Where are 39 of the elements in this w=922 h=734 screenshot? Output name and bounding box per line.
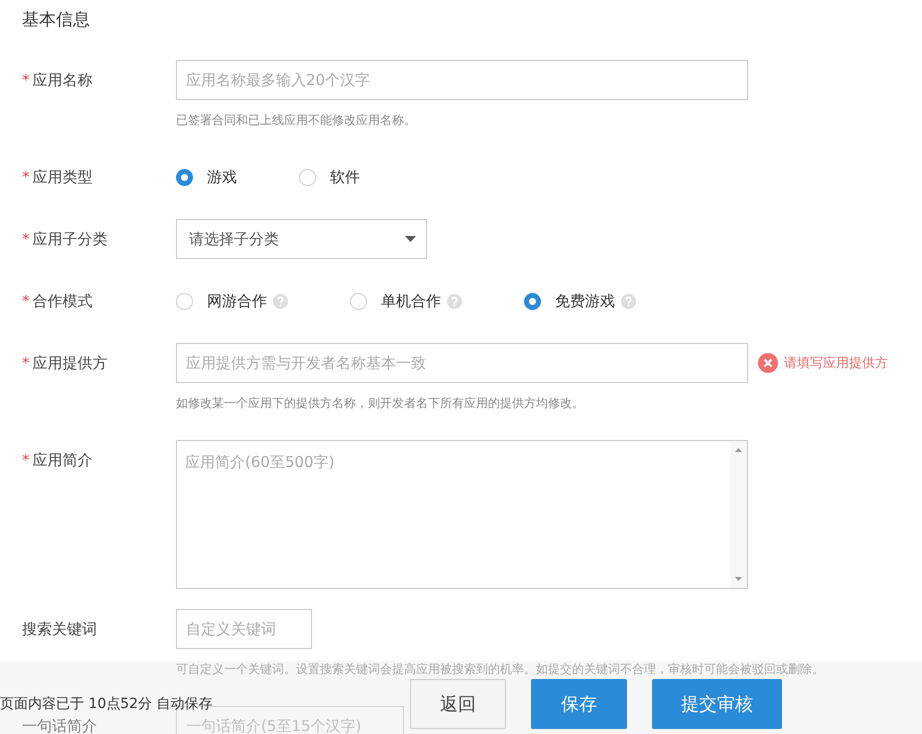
- back-button[interactable]: 返回: [410, 679, 506, 729]
- subcategory-select[interactable]: 请选择子分类: [176, 219, 427, 259]
- required-mark: *: [22, 71, 30, 89]
- radio-button[interactable]: [299, 168, 316, 186]
- field-label: 一句话简介: [22, 717, 97, 734]
- field-label: 应用简介: [32, 451, 92, 469]
- radio-button[interactable]: [350, 292, 367, 310]
- field-label: 应用类型: [32, 168, 92, 186]
- radio-label: 网游合作: [207, 292, 267, 310]
- save-button[interactable]: 保存: [531, 679, 627, 729]
- radio-label: 软件: [330, 168, 360, 186]
- field-hint: 如修改某一个应用下的提供方名称，则开发者名下所有应用的提供方均修改。: [176, 395, 585, 412]
- required-mark: *: [22, 168, 30, 186]
- text-field[interactable]: 应用名称最多输入20个汉字: [176, 60, 748, 100]
- textarea-field[interactable]: 应用简介(60至500字): [176, 440, 748, 589]
- radio-button[interactable]: [176, 168, 193, 186]
- radio-label: 游戏: [207, 168, 237, 186]
- field-label: 应用子分类: [32, 230, 108, 248]
- field-label: 应用提供方: [32, 354, 108, 372]
- submit-button[interactable]: 提交审核: [652, 679, 782, 729]
- radio-label: 单机合作: [381, 292, 441, 310]
- section-title: 基本信息: [22, 9, 91, 32]
- required-mark: *: [22, 354, 30, 372]
- required-mark: *: [22, 451, 30, 469]
- text-field[interactable]: 应用提供方需与开发者名称基本一致: [176, 343, 748, 383]
- required-mark: *: [22, 292, 30, 310]
- radio-button[interactable]: [524, 292, 541, 310]
- field-label: 合作模式: [32, 292, 92, 310]
- caret-icon: [405, 236, 416, 242]
- field-label: 应用名称: [32, 71, 92, 89]
- required-mark: *: [22, 230, 30, 248]
- field-hint: 可自定义一个关键词。设置搜索关键词会提高应用被搜索到的机率。如提交的关键词不合理，审核时可能会被驳回或删除。: [176, 661, 824, 678]
- radio-button[interactable]: [176, 292, 193, 310]
- error-icon: [758, 353, 778, 373]
- error-message: 请填写应用提供方: [784, 355, 888, 372]
- field-hint: 已签署合同和已上线应用不能修改应用名称。: [176, 112, 417, 129]
- text-field[interactable]: 自定义关键词: [176, 609, 312, 649]
- radio-label: 免费游戏: [555, 292, 615, 310]
- field-label: 搜索关键词: [22, 620, 97, 638]
